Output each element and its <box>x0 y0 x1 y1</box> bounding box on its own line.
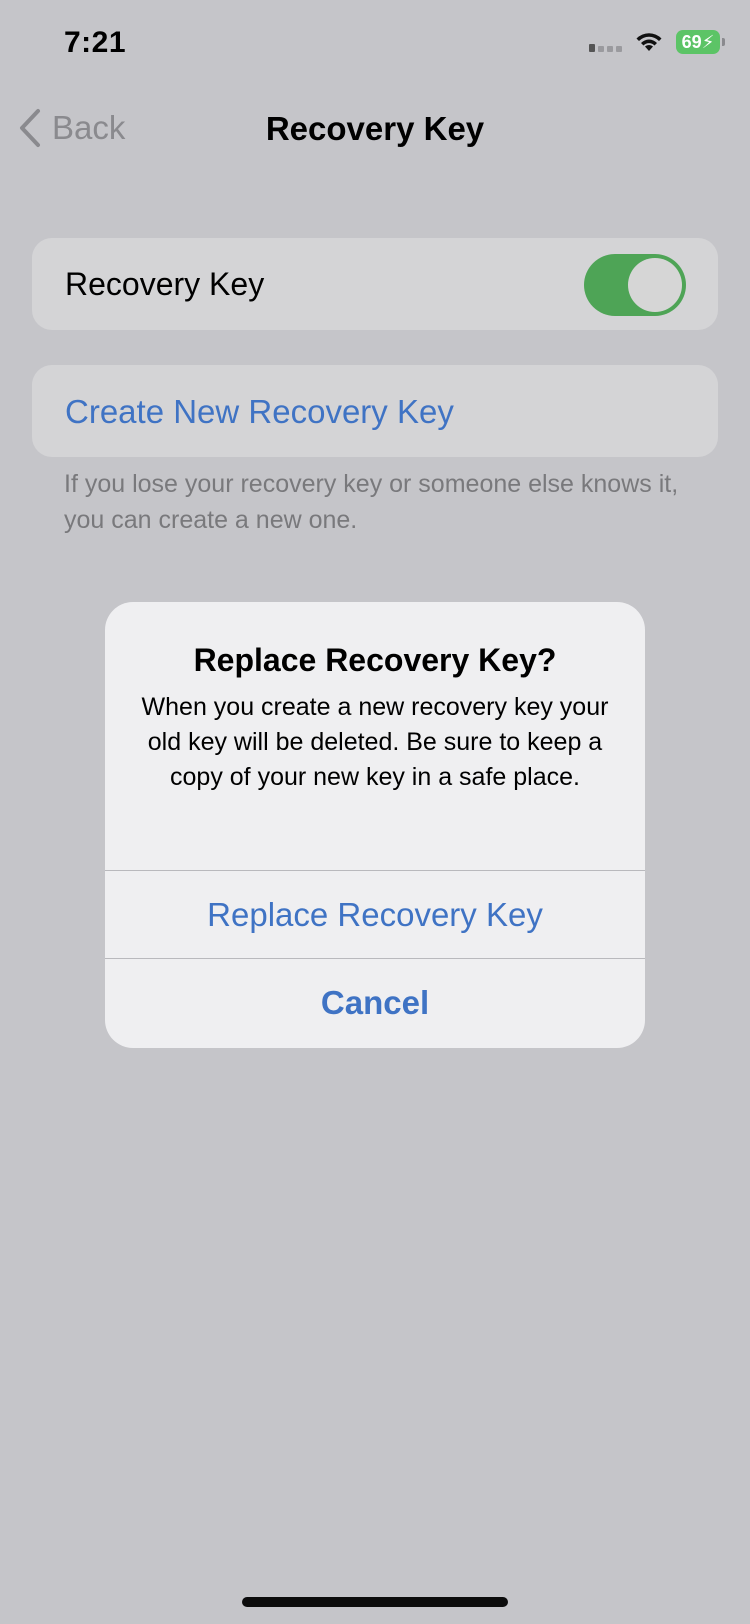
recovery-key-row: Recovery Key <box>32 238 718 330</box>
cancel-button[interactable]: Cancel <box>105 959 645 1047</box>
screen: 7:21 69 ⚡ Back Recovery Key Recovery Key … <box>0 0 750 1624</box>
signal-icon <box>589 32 622 52</box>
alert-title: Replace Recovery Key? <box>193 642 557 678</box>
replace-recovery-key-button[interactable]: Replace Recovery Key <box>105 871 645 959</box>
charging-bolt-icon: ⚡ <box>701 31 715 52</box>
status-time: 7:21 <box>64 26 127 59</box>
battery-level: 69 <box>681 31 702 52</box>
wifi-icon <box>636 33 662 51</box>
toggle-knob <box>628 258 682 312</box>
replace-key-alert: Replace Recovery Key? When you create a … <box>105 602 645 1048</box>
alert-message: When you create a new recovery key your … <box>141 693 609 791</box>
create-key-row[interactable]: Create New Recovery Key <box>32 365 718 457</box>
recovery-key-toggle[interactable] <box>584 254 686 316</box>
battery-icon: 69 ⚡ <box>676 30 725 54</box>
create-new-recovery-key-link[interactable]: Create New Recovery Key <box>65 393 454 431</box>
status-icons: 69 ⚡ <box>589 30 725 54</box>
page-title: Recovery Key <box>265 110 485 147</box>
home-indicator[interactable] <box>242 1597 508 1607</box>
recovery-key-label: Recovery Key <box>65 266 265 302</box>
create-key-footer: If you lose your recovery key or someone… <box>64 470 679 534</box>
